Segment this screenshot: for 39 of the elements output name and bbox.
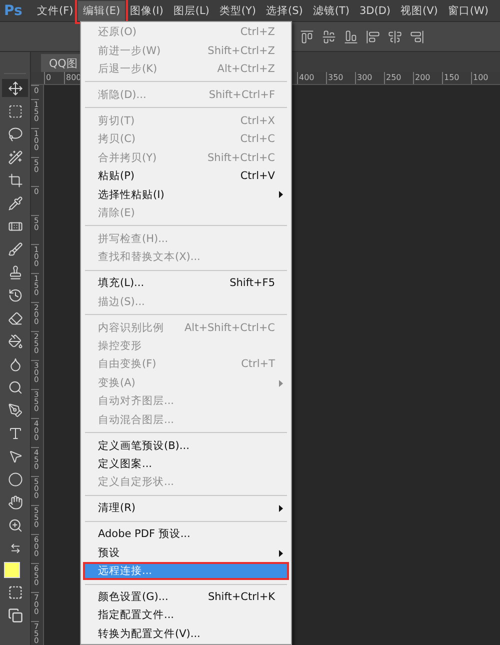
menu-bar-item[interactable]: 3D(D) bbox=[354, 2, 396, 20]
menu-item[interactable]: 清理(R) bbox=[83, 499, 289, 518]
menu-item[interactable]: 填充(L)... Shift+F5 bbox=[83, 274, 289, 292]
ruler-label: 350 bbox=[326, 72, 355, 84]
align-top-icon[interactable] bbox=[300, 30, 314, 44]
ruler-label: 300 bbox=[355, 72, 384, 84]
menu-bar-item[interactable]: 视图(V) bbox=[396, 0, 443, 20]
ruler-label: 150 bbox=[442, 72, 471, 84]
menu-bar-item[interactable]: 窗口(W) bbox=[442, 0, 494, 20]
app-logo: Ps bbox=[3, 2, 24, 18]
menu-item[interactable]: 颜色设置(G)... Shift+Ctrl+K bbox=[83, 588, 289, 606]
move-tool-icon[interactable] bbox=[2, 79, 28, 97]
menu-bar-item[interactable]: 图层(L) bbox=[168, 0, 214, 20]
ruler-label: 400 bbox=[297, 72, 326, 84]
menu-item[interactable]: 粘贴(P) Ctrl+V bbox=[83, 166, 289, 186]
menu-item[interactable]: 定义画笔预设(B)... bbox=[83, 436, 289, 455]
menu-bar-item[interactable]: 编辑(E) bbox=[78, 0, 126, 20]
menu-bar-item[interactable]: 选择(S) bbox=[261, 0, 308, 20]
menu-item[interactable]: 选择性粘贴(I) bbox=[83, 185, 289, 204]
menu-bar-item[interactable]: 滤镜(T) bbox=[308, 0, 354, 20]
align-middle-icon[interactable] bbox=[322, 30, 336, 44]
foreground-color-swatch[interactable] bbox=[4, 562, 20, 578]
menu-bar-item[interactable]: 图像(I) bbox=[125, 0, 168, 20]
align-center-icon[interactable] bbox=[388, 30, 402, 44]
menu-item[interactable]: 远程连接... bbox=[83, 562, 289, 580]
ruler-label: 250 bbox=[384, 72, 413, 84]
ruler-label: 100 bbox=[471, 72, 500, 84]
menu-item[interactable]: 指定配置文件... bbox=[83, 606, 289, 625]
align-right-icon[interactable] bbox=[410, 30, 424, 44]
menu-item[interactable]: 定义图案... bbox=[83, 454, 289, 474]
ruler-label: 0 bbox=[44, 72, 64, 84]
menu-item[interactable]: 预设 bbox=[83, 544, 289, 562]
menu-bar-item[interactable]: 类型(Y) bbox=[214, 0, 262, 20]
align-left-icon[interactable] bbox=[366, 30, 380, 44]
menu-bar-item[interactable]: 文件(F) bbox=[32, 0, 78, 20]
menu-item[interactable]: Adobe PDF 预设... bbox=[83, 525, 289, 544]
menu-item[interactable]: 转换为配置文件(V)... bbox=[83, 624, 289, 644]
align-bottom-icon[interactable] bbox=[344, 30, 358, 44]
ruler-label: 200 bbox=[413, 72, 442, 84]
